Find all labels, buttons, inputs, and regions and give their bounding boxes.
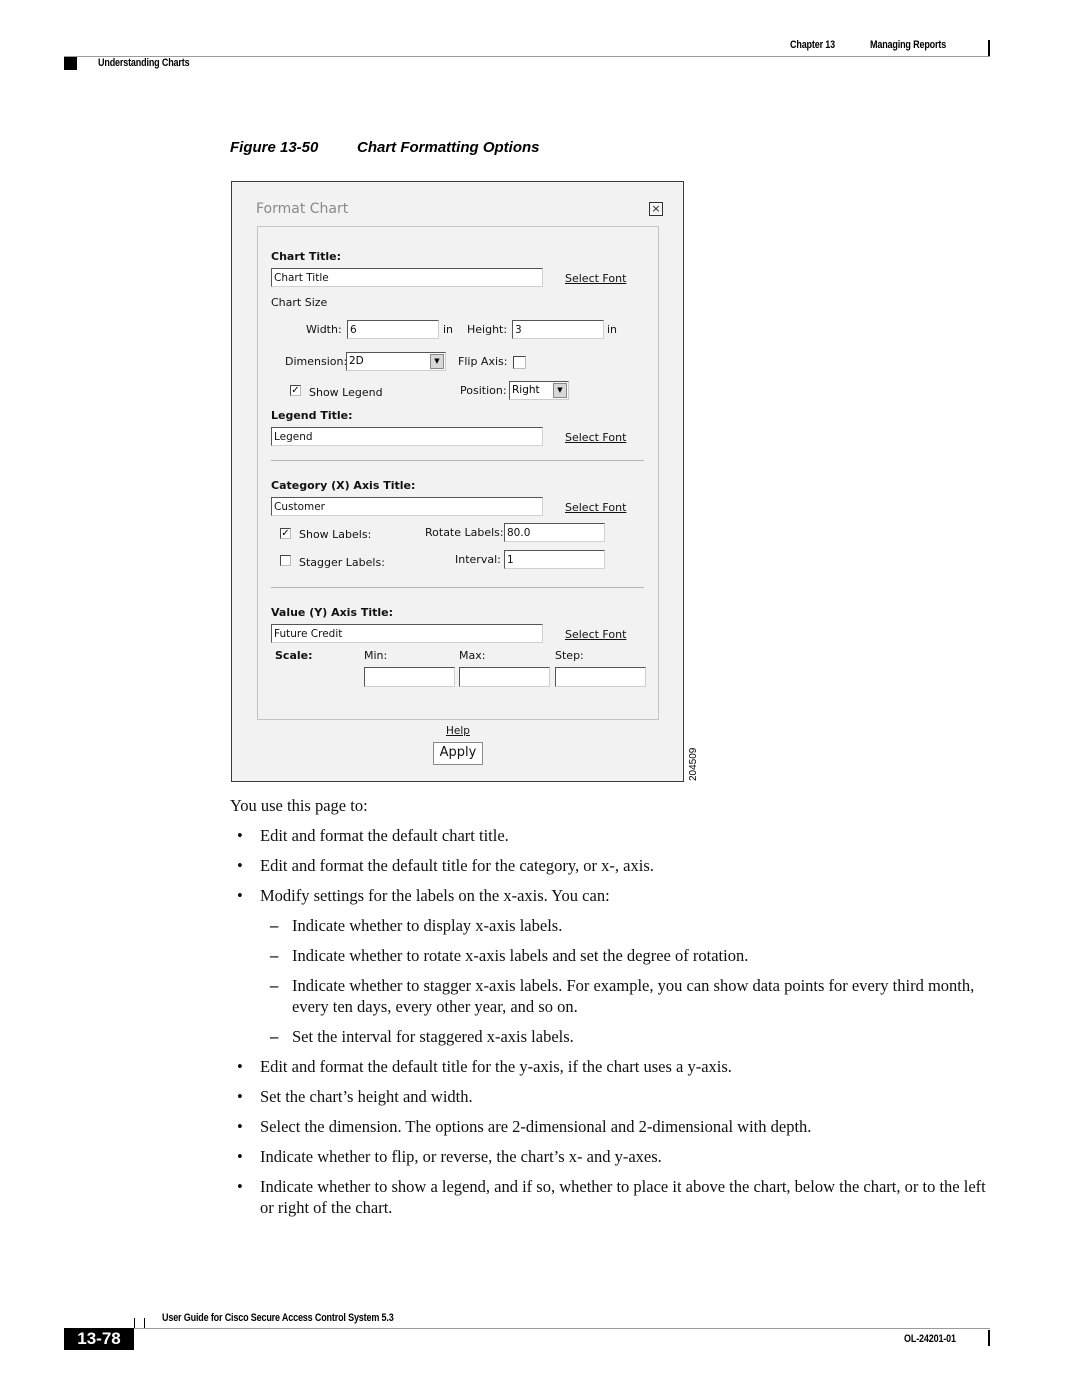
chevron-down-icon: ▼ xyxy=(430,354,444,369)
width-unit: in xyxy=(443,323,454,336)
dash: – xyxy=(270,1027,279,1046)
bullet: • xyxy=(237,1057,243,1076)
chart-title-label: Chart Title: xyxy=(271,250,342,263)
list-item: Set the chart’s height and width. xyxy=(260,1087,473,1106)
page-number: 13-78 xyxy=(64,1328,134,1350)
figure-title: Chart Formatting Options xyxy=(357,139,540,156)
interval-input[interactable]: 1 xyxy=(504,550,605,569)
bullet: • xyxy=(237,856,243,875)
bullet: • xyxy=(237,1117,243,1136)
apply-button[interactable]: Apply xyxy=(433,742,483,765)
dash: – xyxy=(270,946,279,965)
x-axis-title-input[interactable]: Customer xyxy=(271,497,543,516)
sub-list-item: Indicate whether to stagger x-axis label… xyxy=(292,976,975,1016)
stagger-labels-checkbox[interactable] xyxy=(280,555,291,566)
sub-list-item: Indicate whether to rotate x-axis labels… xyxy=(292,946,749,965)
footer-rule xyxy=(134,1328,990,1329)
header-chapter-title: Managing Reports xyxy=(870,39,947,51)
height-unit: in xyxy=(607,323,618,336)
list-item: Modify settings for the labels on the x-… xyxy=(260,886,610,905)
rotate-labels-input[interactable]: 80.0 xyxy=(504,523,605,542)
y-axis-select-font-link[interactable]: Select Font xyxy=(565,628,626,641)
scale-max-label: Max: xyxy=(459,649,486,662)
figure-id: 204509 xyxy=(688,747,699,781)
scale-min-input[interactable] xyxy=(364,667,455,687)
dimension-select[interactable]: 2D ▼ xyxy=(346,352,446,371)
show-labels-label: Show Labels: xyxy=(299,528,372,541)
scale-label: Scale: xyxy=(275,649,313,662)
figure-number: Figure 13-50 xyxy=(230,139,319,156)
chart-title-input[interactable]: Chart Title xyxy=(271,268,543,287)
interval-label: Interval: xyxy=(455,553,501,566)
scale-step-input[interactable] xyxy=(555,667,646,687)
chevron-down-icon: ▼ xyxy=(553,383,567,398)
flip-axis-label: Flip Axis: xyxy=(458,355,508,368)
stagger-labels-label: Stagger Labels: xyxy=(299,556,385,569)
height-label: Height: xyxy=(467,323,508,336)
position-select[interactable]: Right ▼ xyxy=(509,381,569,400)
list-item: Select the dimension. The options are 2-… xyxy=(260,1117,812,1136)
position-label: Position: xyxy=(460,384,507,397)
legend-select-font-link[interactable]: Select Font xyxy=(565,431,626,444)
legend-title-input[interactable]: Legend xyxy=(271,427,543,446)
footer-guide-title: User Guide for Cisco Secure Access Contr… xyxy=(162,1312,394,1324)
footer-bar xyxy=(988,1330,990,1346)
sub-list-item: Set the interval for staggered x-axis la… xyxy=(292,1027,574,1046)
divider xyxy=(271,587,644,588)
sub-list-item: Indicate whether to display x-axis label… xyxy=(292,916,563,935)
list-item: Edit and format the default title for th… xyxy=(260,1057,732,1076)
list-item: Edit and format the default chart title. xyxy=(260,826,509,845)
checkmark-icon: ✓ xyxy=(291,385,300,396)
intro-text: You use this page to: xyxy=(230,796,368,815)
legend-title-label: Legend Title: xyxy=(271,409,353,422)
y-axis-title-input[interactable]: Future Credit xyxy=(271,624,543,643)
bullet: • xyxy=(237,826,243,845)
bullet: • xyxy=(237,1087,243,1106)
list-item: Indicate whether to flip, or reverse, th… xyxy=(260,1147,662,1166)
bullet: • xyxy=(237,1147,243,1166)
help-link[interactable]: Help xyxy=(446,725,470,737)
width-label: Width: xyxy=(306,323,342,336)
divider xyxy=(271,460,644,461)
dash: – xyxy=(270,916,279,935)
dialog-title: Format Chart xyxy=(256,201,349,217)
scale-max-input[interactable] xyxy=(459,667,550,687)
dimension-label: Dimension: xyxy=(285,355,348,368)
footer-doc-id: OL-24201-01 xyxy=(904,1333,956,1345)
list-item: Indicate whether to show a legend, and i… xyxy=(260,1177,986,1217)
header-rule xyxy=(64,56,990,57)
dash: – xyxy=(270,976,279,995)
dimension-value: 2D xyxy=(349,355,364,367)
header-section: Understanding Charts xyxy=(98,57,190,69)
footer-tick xyxy=(144,1318,145,1328)
header-chapter: Chapter 13 xyxy=(790,39,835,51)
x-axis-select-font-link[interactable]: Select Font xyxy=(565,501,626,514)
close-icon[interactable]: × xyxy=(649,202,663,216)
flip-axis-checkbox[interactable] xyxy=(513,356,526,369)
show-legend-checkbox[interactable]: ✓ xyxy=(290,385,301,396)
rotate-labels-label: Rotate Labels: xyxy=(425,526,504,539)
x-axis-title-label: Category (X) Axis Title: xyxy=(271,479,416,492)
chart-title-select-font-link[interactable]: Select Font xyxy=(565,272,626,285)
bullet: • xyxy=(237,1177,243,1196)
scale-min-label: Min: xyxy=(364,649,388,662)
scale-step-label: Step: xyxy=(555,649,584,662)
position-value: Right xyxy=(512,384,540,396)
show-legend-label: Show Legend xyxy=(309,386,383,399)
header-marker xyxy=(64,57,77,70)
height-input[interactable]: 3 xyxy=(512,320,604,339)
list-item: Edit and format the default title for th… xyxy=(260,856,654,875)
width-input[interactable]: 6 xyxy=(347,320,439,339)
chart-size-label: Chart Size xyxy=(271,296,328,309)
header-bar xyxy=(988,40,990,56)
bullet: • xyxy=(237,886,243,905)
footer-tick xyxy=(134,1318,135,1328)
checkmark-icon: ✓ xyxy=(281,528,290,539)
y-axis-title-label: Value (Y) Axis Title: xyxy=(271,606,393,619)
show-labels-checkbox[interactable]: ✓ xyxy=(280,528,291,539)
